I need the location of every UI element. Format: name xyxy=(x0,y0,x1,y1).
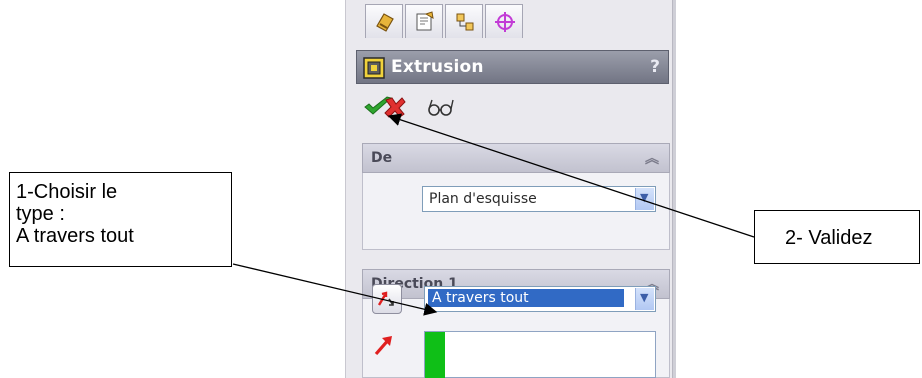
leader-to-ok-button xyxy=(387,113,755,238)
leader-to-end-condition xyxy=(232,263,438,316)
annotation-leaders xyxy=(232,113,755,316)
